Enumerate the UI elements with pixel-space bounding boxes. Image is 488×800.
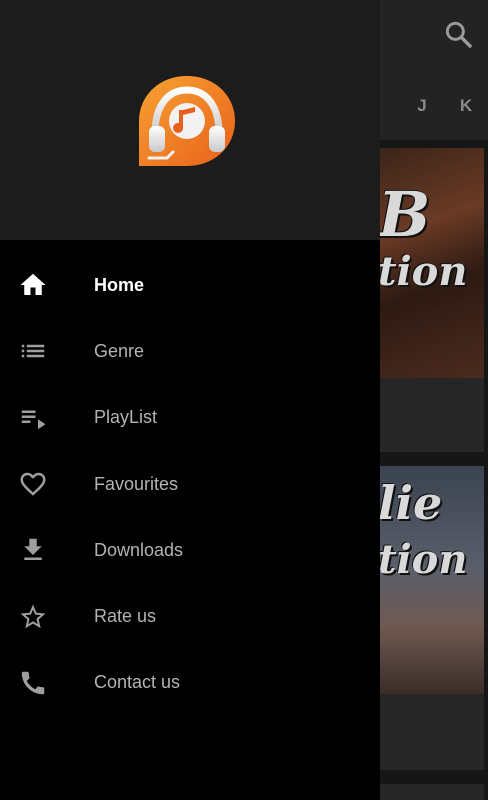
menu-item-label: Home (94, 274, 145, 295)
phone-icon (18, 668, 48, 698)
index-letter[interactable]: J (400, 96, 444, 116)
playlist-icon (18, 403, 48, 433)
menu-item-label: Contact us (94, 672, 181, 693)
menu-item-label: Downloads (94, 539, 184, 560)
menu-item-home[interactable]: Home (0, 252, 380, 318)
album-art-text: tion (378, 536, 468, 583)
search-icon[interactable] (442, 18, 474, 50)
list-icon (18, 336, 48, 366)
download-icon (18, 535, 48, 565)
menu-item-label: Favourites (94, 473, 179, 494)
album-art-text: lie (378, 476, 443, 530)
menu-item-label: PlayList (94, 407, 158, 428)
menu-item-contact-us[interactable]: Contact us (0, 650, 380, 716)
album-art: B tion (372, 148, 484, 378)
drawer-menu: Home Genre PlayList Favourites Downloads (0, 252, 380, 716)
menu-item-favourites[interactable]: Favourites (0, 451, 380, 517)
menu-item-genre[interactable]: Genre (0, 318, 380, 384)
menu-item-playlist[interactable]: PlayList (0, 385, 380, 451)
album-art: lie tion (372, 466, 484, 694)
menu-item-rate-us[interactable]: Rate us (0, 583, 380, 649)
heart-icon (18, 469, 48, 499)
album-card[interactable]: lie tion (372, 466, 484, 770)
drawer-header (0, 0, 380, 240)
menu-item-label: Genre (94, 340, 145, 361)
album-card[interactable]: B tion (372, 148, 484, 452)
music-headphones-logo (137, 74, 237, 168)
star-icon (18, 602, 48, 632)
album-art-text: B (378, 178, 431, 251)
album-card[interactable] (372, 784, 484, 800)
menu-item-label: Rate us (94, 606, 157, 627)
index-letter[interactable]: K (444, 96, 488, 116)
menu-item-downloads[interactable]: Downloads (0, 517, 380, 583)
navigation-drawer: Home Genre PlayList Favourites Downloads (0, 0, 380, 800)
home-icon (18, 270, 48, 300)
album-art-text: tion (378, 248, 468, 295)
alphabet-index: J K (400, 96, 488, 116)
